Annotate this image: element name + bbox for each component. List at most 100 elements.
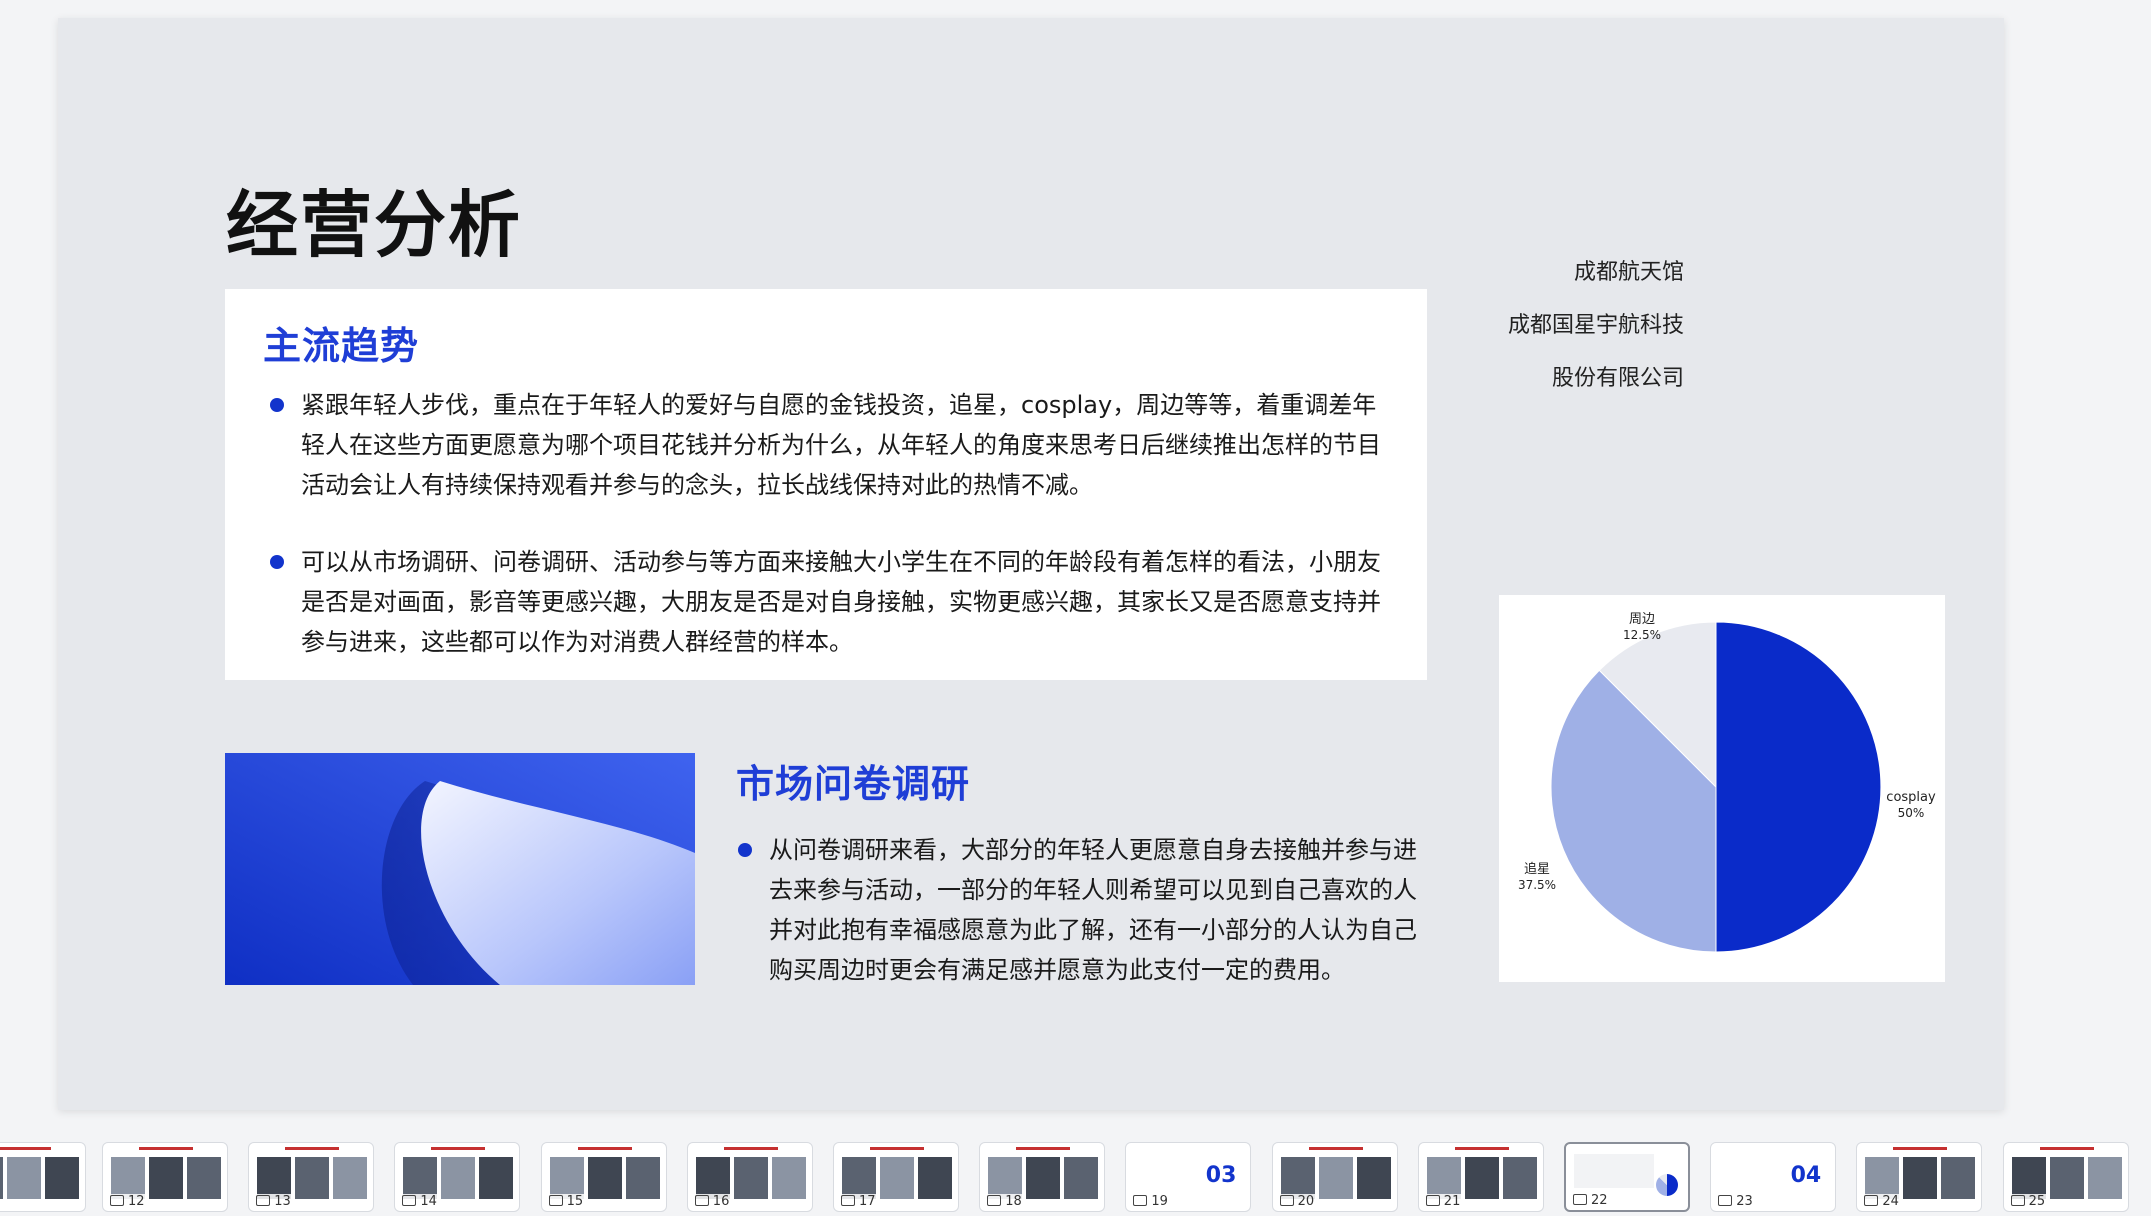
thumb-image [1941, 1157, 1976, 1199]
thumb-slide-number: 19 [1130, 1194, 1171, 1209]
slide-thumbnail[interactable]: 13 [248, 1142, 375, 1212]
thumb-image [187, 1157, 221, 1199]
thumb-section-number: 04 [1790, 1163, 1822, 1188]
thumb-image [0, 1157, 3, 1199]
thumb-image [1026, 1157, 1061, 1199]
thumb-image [1464, 1157, 1499, 1199]
thumb-image [587, 1157, 622, 1199]
thumb-slide-number: 21 [1422, 1194, 1464, 1209]
slide-thumbnail[interactable]: 03 19 [1125, 1142, 1252, 1212]
slide-thumbnail[interactable]: 12 [102, 1142, 228, 1212]
trend-card: 主流趋势 紧跟年轻人步伐，重点在于年轻人的爱好与自愿的金钱投资，追星，cospl… [225, 289, 1427, 680]
comment-icon [1279, 1195, 1294, 1206]
thumb-image [988, 1157, 1023, 1199]
thumb-number-text: 17 [859, 1194, 876, 1209]
survey-bullet: 从问卷调研来看，大部分的年轻人更愿意自身去接触并参与进去来参与活动，一部分的年轻… [738, 830, 1429, 990]
thumb-image [45, 1157, 79, 1199]
pie-slice-0[interactable] [1715, 621, 1882, 953]
thumb-number-text: 14 [420, 1194, 437, 1209]
comment-icon [256, 1195, 271, 1206]
comment-icon [694, 1195, 709, 1206]
thumb-number-text: 15 [566, 1194, 584, 1209]
thumb-title-bar [1308, 1147, 1363, 1150]
slide-thumbnail[interactable]: 21 [1417, 1142, 1544, 1212]
thumb-section-number: 03 [1205, 1163, 1237, 1188]
comment-icon [2010, 1195, 2025, 1206]
thumb-slide-number: 16 [691, 1194, 733, 1209]
thumb-title-bar [577, 1147, 632, 1150]
slide-canvas[interactable]: 经营分析 成都航天馆 成都国星宇航科技 股份有限公司 主流趋势 紧跟年轻人步伐，… [58, 18, 2004, 1110]
thumb-number-text: 21 [1443, 1194, 1461, 1209]
thumb-slide-number: 18 [984, 1194, 1025, 1209]
comment-icon [110, 1195, 124, 1206]
trend-heading: 主流趋势 [263, 324, 420, 368]
thumb-image [880, 1157, 914, 1199]
thumb-slide-number: 22 [1570, 1193, 1611, 1208]
trend-bullet: 可以从市场调研、问卷调研、活动参与等方面来接触大小学生在不同的年龄段有着怎样的看… [270, 542, 1391, 662]
thumb-image [625, 1157, 660, 1199]
comment-icon [987, 1195, 1002, 1206]
thumb-image [149, 1157, 183, 1199]
comment-icon [1573, 1194, 1587, 1205]
thumb-image [695, 1157, 730, 1199]
bullet-dot-icon [270, 398, 284, 412]
comment-icon [841, 1195, 855, 1206]
slide-thumbnail[interactable]: 25 [2002, 1142, 2129, 1212]
thumb-image [2087, 1157, 2122, 1199]
slide-title: 经营分析 [226, 183, 523, 267]
slide-thumbnail[interactable]: 17 [833, 1142, 959, 1212]
thumb-number-text: 24 [1882, 1194, 1899, 1209]
thumb-image [403, 1157, 438, 1199]
thumb-slide-number: 12 [107, 1194, 148, 1209]
survey-bullet-text: 从问卷调研来看，大部分的年轻人更愿意自身去接触并参与进去来参与活动，一部分的年轻… [769, 836, 1417, 984]
comment-icon [1864, 1195, 1879, 1206]
thumb-number-text: 22 [1591, 1193, 1608, 1208]
slide-thumbnail[interactable]: 22 [1564, 1142, 1690, 1212]
slide-thumbnail[interactable] [0, 1142, 86, 1212]
thumb-image [7, 1157, 41, 1199]
slide-thumbnail[interactable]: 15 [540, 1142, 667, 1212]
thumb-number-text: 19 [1151, 1194, 1168, 1209]
thumb-image [257, 1157, 292, 1199]
thumb-number-text: 18 [1005, 1194, 1022, 1209]
thumb-image [771, 1157, 806, 1199]
thumb-number-text: 25 [2028, 1194, 2046, 1209]
thumb-image [1064, 1157, 1099, 1199]
thumb-slide-number: 23 [1715, 1194, 1756, 1209]
thumb-slide-number: 15 [545, 1194, 587, 1209]
pie-chart[interactable]: cosplay 50% 追星 37.5% 周边 12.5% [1499, 595, 1945, 982]
bullet-dot-icon [738, 843, 752, 857]
bullet-dot-icon [270, 555, 284, 569]
thumb-image [1426, 1157, 1461, 1199]
thumb-image [111, 1157, 145, 1199]
thumb-image [1903, 1157, 1938, 1199]
pie-chart-svg: cosplay50% 追星37.5% 周边12.5% [1518, 612, 1936, 953]
thumb-slide-number: 14 [399, 1194, 440, 1209]
slide-thumbnail[interactable]: 04 23 [1710, 1142, 1837, 1212]
thumb-title-bar [285, 1147, 340, 1150]
thumb-title-bar [431, 1147, 486, 1150]
slide-thumbnail[interactable]: 16 [686, 1142, 813, 1212]
thumb-image [1356, 1157, 1391, 1199]
company-line: 股份有限公司 [1551, 366, 1684, 391]
company-line: 成都航天馆 [1573, 260, 1684, 285]
pie-label-value: 50% [1898, 806, 1925, 820]
thumb-text-block [1574, 1154, 1654, 1188]
thumb-image [733, 1157, 768, 1199]
thumb-title-bar [870, 1147, 924, 1150]
pie-label-category: 追星 [1524, 861, 1550, 877]
slide-thumbnail[interactable]: 24 [1856, 1142, 1983, 1212]
trend-bullet-text: 紧跟年轻人步伐，重点在于年轻人的爱好与自愿的金钱投资，追星，cosplay，周边… [301, 391, 1381, 499]
thumb-title-bar [723, 1147, 778, 1150]
thumb-title-bar [1893, 1147, 1948, 1150]
slide-thumbnail[interactable]: 18 [979, 1142, 1106, 1212]
trend-bullet-text: 可以从市场调研、问卷调研、活动参与等方面来接触大小学生在不同的年龄段有着怎样的看… [301, 548, 1381, 656]
slide-thumbnail-strip[interactable]: 12 13 14 15 16 17 18 03 19 20 21 22 04 23 24 25 [0, 1130, 2151, 1216]
slide-thumbnail[interactable]: 14 [394, 1142, 521, 1212]
company-name: 成都航天馆 成都国星宇航科技 股份有限公司 [1508, 246, 1684, 405]
pie-label-category: cosplay [1886, 790, 1936, 805]
thumb-image [918, 1157, 952, 1199]
thumb-title-bar [139, 1147, 193, 1150]
slide-thumbnail[interactable]: 20 [1271, 1142, 1398, 1212]
thumb-pie-icon [1656, 1174, 1678, 1196]
